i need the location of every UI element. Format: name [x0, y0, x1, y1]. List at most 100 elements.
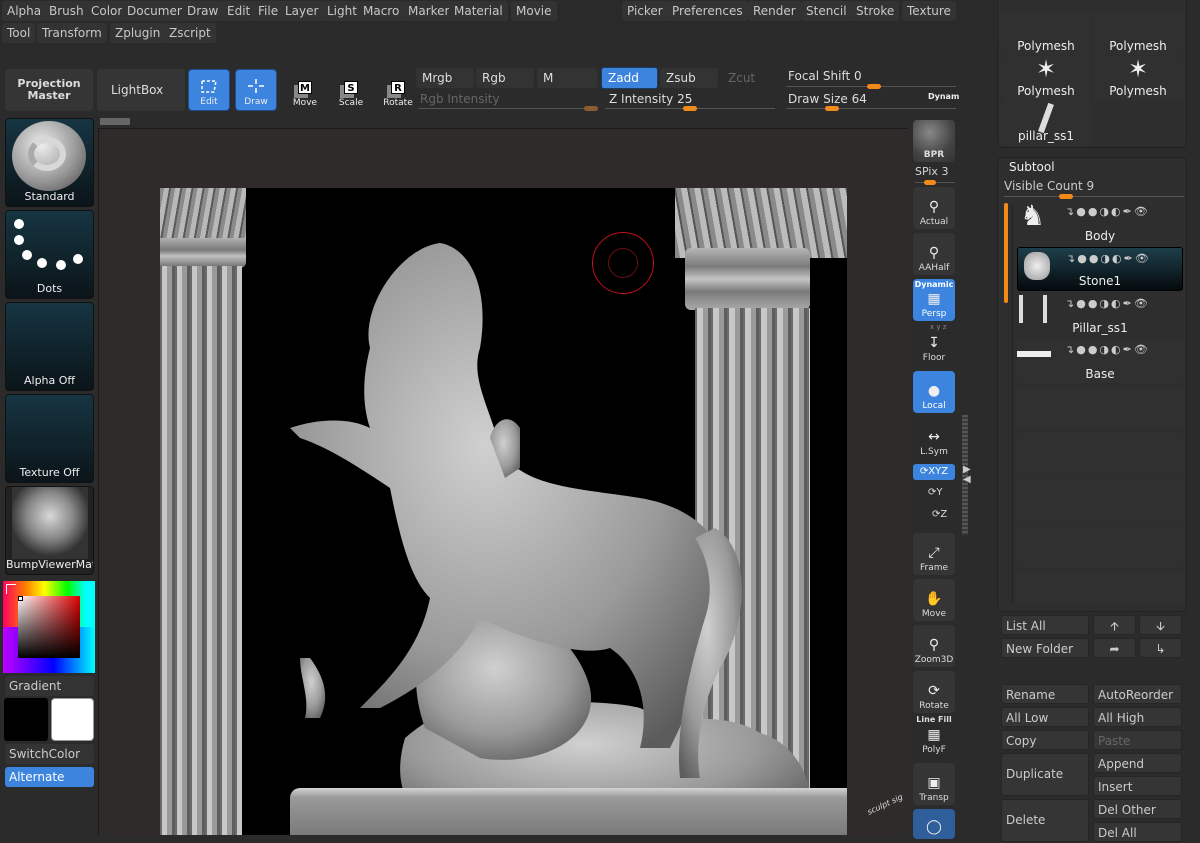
- lsym-button[interactable]: ↔ L.Sym: [913, 417, 955, 459]
- subtool-empty-slot[interactable]: [1017, 524, 1183, 568]
- mrgb-button[interactable]: Mrgb: [416, 68, 474, 88]
- alternate-toggle[interactable]: Alternate: [5, 767, 94, 787]
- auto-reorder-button[interactable]: AutoReorder: [1093, 684, 1182, 704]
- del-other-button[interactable]: Del Other: [1093, 799, 1182, 819]
- delete-button[interactable]: Delete: [1001, 799, 1089, 842]
- main-color-swatch[interactable]: [4, 698, 48, 741]
- tool-item[interactable]: Polymesh: [1093, 11, 1183, 55]
- color-picker[interactable]: [3, 581, 95, 673]
- menu-render[interactable]: Render: [748, 1, 801, 21]
- subtool-item-pillar[interactable]: ↴●●◑◐✒👁 Pillar_ss1: [1017, 293, 1183, 337]
- paste-button[interactable]: Paste: [1093, 730, 1182, 750]
- aahalf-button[interactable]: ⚲ AAHalf: [913, 233, 955, 275]
- menu-edit[interactable]: Edit: [222, 1, 256, 21]
- del-all-button[interactable]: Del All: [1093, 822, 1182, 842]
- subtool-item-body[interactable]: ♞ ↴●●◑◐✒👁 Body: [1017, 201, 1183, 245]
- switch-color-button[interactable]: SwitchColor: [5, 744, 94, 764]
- draw-size-slider[interactable]: [786, 108, 956, 109]
- move-view-button[interactable]: ✋ Move: [913, 579, 955, 621]
- duplicate-button[interactable]: Duplicate: [1001, 753, 1089, 796]
- menu-zscript[interactable]: Zscript: [164, 23, 216, 43]
- menu-movie[interactable]: Movie: [511, 1, 557, 21]
- rotate-z-toggle[interactable]: ⟳Z: [932, 509, 947, 520]
- zsub-button[interactable]: Zsub: [660, 68, 718, 88]
- tool-item[interactable]: Polymesh: [1001, 11, 1091, 55]
- material-selector[interactable]: BumpViewerMat: [5, 486, 94, 575]
- draw-mode-button[interactable]: Draw: [235, 69, 277, 111]
- menu-layer[interactable]: Layer: [280, 1, 324, 21]
- list-all-button[interactable]: List All: [1001, 615, 1089, 635]
- menu-material[interactable]: Material: [449, 1, 508, 21]
- viewport-tab-handle[interactable]: [100, 118, 130, 125]
- lightbox-button[interactable]: LightBox: [97, 69, 185, 111]
- transp-button[interactable]: ▣ Transp: [913, 763, 955, 805]
- menu-file[interactable]: File: [253, 1, 284, 21]
- alpha-selector[interactable]: Alpha Off: [5, 302, 94, 391]
- projection-master-button[interactable]: Projection Master: [5, 69, 93, 111]
- zoom3d-button[interactable]: ⚲ Zoom3D: [913, 625, 955, 667]
- focal-shift-knob[interactable]: [867, 84, 881, 89]
- secondary-color-swatch[interactable]: [51, 698, 94, 741]
- rotate-y-toggle[interactable]: ⟳Y: [928, 487, 943, 498]
- all-low-button[interactable]: All Low: [1001, 707, 1089, 727]
- bpr-button[interactable]: BPR: [913, 120, 955, 162]
- scale-mode-button[interactable]: S Scale: [330, 69, 372, 111]
- split-button[interactable]: ↳: [1139, 638, 1182, 658]
- subtool-scrollbar[interactable]: [1004, 203, 1008, 303]
- frame-button[interactable]: ⤢ Frame: [913, 533, 955, 575]
- all-high-button[interactable]: All High: [1093, 707, 1182, 727]
- menu-preferences[interactable]: Preferences: [667, 1, 748, 21]
- saturation-square[interactable]: [18, 596, 80, 658]
- rotate-view-button[interactable]: ⟳ Rotate: [913, 671, 955, 713]
- brush-selector[interactable]: Standard: [5, 118, 94, 207]
- tool-item[interactable]: pillar_ss1: [1001, 101, 1091, 145]
- rgb-button[interactable]: Rgb: [476, 68, 534, 88]
- zadd-button[interactable]: Zadd: [601, 67, 658, 89]
- move-up-button[interactable]: 🡩: [1093, 615, 1136, 635]
- subtool-item-stone1[interactable]: ↴●●◑◐✒👁 Stone1: [1017, 247, 1183, 291]
- menu-alpha[interactable]: Alpha: [2, 1, 47, 21]
- rotate-xyz-toggle[interactable]: ⟳XYZ: [913, 464, 955, 480]
- new-folder-button[interactable]: New Folder: [1001, 638, 1089, 658]
- subtool-item-base[interactable]: ↴●●◑◐✒👁 Base: [1017, 339, 1183, 383]
- menu-macro[interactable]: Macro: [358, 1, 405, 21]
- subtool-empty-slot[interactable]: [1017, 432, 1183, 476]
- texture-selector[interactable]: Texture Off: [5, 394, 94, 483]
- zcut-button[interactable]: Zcut: [722, 68, 780, 88]
- color-cursor-icon[interactable]: [18, 596, 23, 601]
- gradient-toggle[interactable]: Gradient: [5, 676, 94, 696]
- m-button[interactable]: M: [537, 68, 597, 88]
- tool-item[interactable]: ✶ Polymesh: [1001, 55, 1091, 100]
- subtool-item-icons[interactable]: ↴●●◑◐✒👁: [1065, 343, 1150, 356]
- move-down-button[interactable]: 🡫: [1139, 615, 1182, 635]
- floor-button[interactable]: ↧ Floor: [913, 329, 955, 365]
- menu-transform[interactable]: Transform: [37, 23, 107, 43]
- sculpt-canvas[interactable]: [160, 188, 847, 835]
- copy-button[interactable]: Copy: [1001, 730, 1089, 750]
- move-mode-button[interactable]: M Move: [284, 69, 326, 111]
- collapse-arrows-icon[interactable]: ▶ ◀: [963, 465, 971, 485]
- draw-size-knob[interactable]: [825, 106, 839, 111]
- menu-light[interactable]: Light: [322, 1, 362, 21]
- menu-stencil[interactable]: Stencil: [801, 1, 852, 21]
- subtool-item-icons[interactable]: ↴●●◑◐✒👁: [1066, 252, 1151, 265]
- subtool-item-icons[interactable]: ↴●●◑◐✒👁: [1065, 297, 1150, 310]
- merge-down-button[interactable]: ➦: [1093, 638, 1136, 658]
- menu-tool[interactable]: Tool: [2, 23, 36, 43]
- rotate-mode-button[interactable]: R Rotate: [377, 69, 419, 111]
- menu-brush[interactable]: Brush: [44, 1, 89, 21]
- menu-draw[interactable]: Draw: [182, 1, 224, 21]
- subtool-item-icons[interactable]: ↴●●◑◐✒👁: [1065, 205, 1150, 218]
- z-intensity-knob[interactable]: [683, 106, 697, 111]
- visible-count-slider[interactable]: [1004, 196, 1184, 197]
- actual-button[interactable]: ⚲ Actual: [913, 187, 955, 229]
- rename-button[interactable]: Rename: [1001, 684, 1089, 704]
- dynamic-button[interactable]: Dynam: [928, 92, 959, 101]
- menu-marker[interactable]: Marker: [403, 1, 455, 21]
- append-button[interactable]: Append: [1093, 753, 1182, 773]
- visible-count-knob[interactable]: [1059, 194, 1073, 199]
- insert-button[interactable]: Insert: [1093, 776, 1182, 796]
- polyf-button[interactable]: Line Fill ▦ PolyF: [913, 715, 955, 757]
- stroke-selector[interactable]: Dots: [5, 210, 94, 299]
- persp-button[interactable]: Dynamic ▦ Persp: [913, 279, 955, 321]
